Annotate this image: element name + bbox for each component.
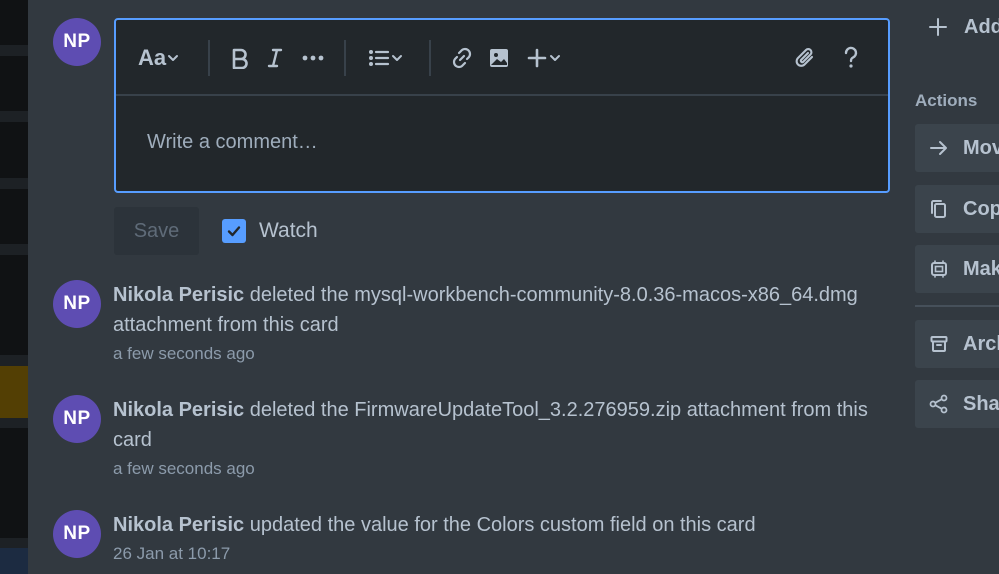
copy-button[interactable]: Copy	[915, 185, 999, 233]
help-icon	[844, 46, 858, 68]
share-button[interactable]: Share	[915, 380, 999, 428]
more-formatting-button[interactable]	[300, 42, 326, 74]
plus-icon	[527, 48, 547, 68]
move-button[interactable]: Move	[915, 124, 999, 172]
share-icon	[929, 394, 948, 414]
bold-icon	[232, 48, 248, 69]
activity-description: updated the value for the Colors custom …	[244, 514, 756, 536]
save-button[interactable]: Save	[114, 207, 199, 255]
paperclip-icon	[795, 48, 814, 67]
watch-label: Watch	[259, 219, 318, 242]
comment-editor[interactable]: Aa Write a comment…	[114, 18, 890, 193]
insert-dropdown[interactable]	[523, 42, 565, 74]
arrow-right-icon	[930, 141, 947, 155]
italic-button[interactable]	[264, 42, 286, 74]
attachment-button[interactable]	[792, 42, 818, 74]
bullet-list-icon	[369, 50, 390, 66]
copy-label: Copy	[963, 197, 999, 220]
activity-timestamp[interactable]: 26 Jan at 10:17	[113, 542, 873, 566]
make-template-button[interactable]: Make template	[915, 245, 999, 293]
activity-author[interactable]: Nikola Perisic	[113, 514, 244, 536]
text-style-dropdown[interactable]: Aa	[138, 42, 180, 74]
help-button[interactable]	[839, 42, 863, 74]
image-button[interactable]	[486, 42, 512, 74]
activity-item: Nikola Perisic deleted the mysql-workben…	[113, 280, 873, 366]
list-dropdown[interactable]	[363, 42, 409, 74]
board-background-strip	[0, 0, 28, 574]
add-label: Add	[964, 15, 999, 38]
copy-icon	[931, 200, 946, 218]
text-style-label: Aa	[138, 45, 167, 70]
link-icon	[452, 47, 472, 69]
activity-text: Nikola Perisic deleted the mysql-workben…	[113, 280, 873, 340]
make-template-label: Make template	[963, 257, 999, 280]
chevron-down-icon	[392, 55, 402, 61]
archive-label: Archive	[963, 332, 999, 355]
activity-text: Nikola Perisic updated the value for the…	[113, 510, 873, 540]
link-button[interactable]	[449, 42, 475, 74]
actions-heading: Actions	[915, 91, 978, 110]
editor-toolbar: Aa	[116, 20, 888, 96]
avatar[interactable]: NP	[53, 395, 101, 443]
activity-timestamp[interactable]: a few seconds ago	[113, 342, 873, 366]
more-icon	[302, 55, 324, 61]
bold-button[interactable]	[227, 42, 253, 74]
avatar[interactable]: NP	[53, 18, 101, 66]
italic-icon	[267, 48, 283, 68]
sidebar-divider	[915, 305, 999, 307]
avatar[interactable]: NP	[53, 280, 101, 328]
checkmark-icon	[227, 226, 241, 237]
chevron-down-icon	[550, 55, 560, 61]
move-label: Move	[963, 136, 999, 159]
activity-text: Nikola Perisic deleted the FirmwareUpdat…	[113, 395, 873, 455]
avatar[interactable]: NP	[53, 510, 101, 558]
activity-author[interactable]: Nikola Perisic	[113, 284, 244, 306]
image-icon	[490, 49, 508, 67]
add-to-card-button[interactable]: Add	[928, 10, 999, 44]
activity-author[interactable]: Nikola Perisic	[113, 399, 244, 421]
template-icon	[931, 260, 947, 278]
comment-input[interactable]: Write a comment…	[147, 131, 318, 154]
watch-checkbox[interactable]	[222, 219, 246, 243]
activity-item: Nikola Perisic updated the value for the…	[113, 510, 873, 566]
share-label: Share	[963, 392, 999, 415]
activity-item: Nikola Perisic deleted the FirmwareUpdat…	[113, 395, 873, 481]
watch-toggle[interactable]: Watch	[222, 218, 318, 244]
chevron-down-icon	[168, 55, 179, 61]
plus-icon	[929, 18, 947, 36]
activity-timestamp[interactable]: a few seconds ago	[113, 457, 873, 481]
archive-icon	[930, 336, 948, 352]
archive-button[interactable]: Archive	[915, 320, 999, 368]
